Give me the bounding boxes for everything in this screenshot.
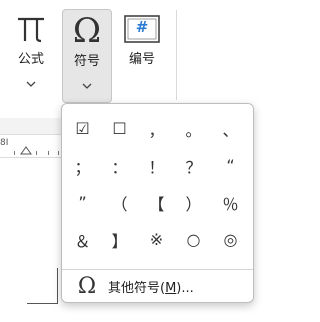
group-separator	[176, 10, 177, 100]
more-symbols-label: 其他符号(M)...	[108, 277, 194, 296]
symbol-cell[interactable]: 。	[175, 110, 212, 147]
ribbon: 公式 Ω 符号 # 编号	[0, 0, 275, 118]
number-box-icon: #	[123, 8, 161, 50]
symbol-cell[interactable]: “	[212, 147, 249, 184]
symbol-cell[interactable]: ☑	[64, 110, 101, 147]
more-symbols-prefix: 其他符号(	[108, 280, 166, 296]
symbol-cell[interactable]: ％	[212, 184, 249, 221]
chevron-down-icon	[82, 74, 92, 93]
menu-separator	[62, 269, 253, 270]
omega-icon: Ω	[73, 10, 101, 52]
formula-label: 公式	[17, 52, 44, 67]
symbol-cell[interactable]: ☐	[101, 110, 138, 147]
number-button[interactable]: # 编号	[116, 8, 168, 102]
chevron-down-icon	[26, 72, 36, 91]
page-corner-mark	[27, 268, 58, 304]
ruler-tick	[58, 151, 59, 155]
symbol-cell[interactable]: ※	[138, 221, 175, 258]
symbol-cell[interactable]: ）	[175, 184, 212, 221]
symbol-cell[interactable]: 【	[138, 184, 175, 221]
symbol-cell[interactable]: ；	[64, 147, 101, 184]
symbol-cell[interactable]: ○	[175, 221, 212, 258]
symbol-cell[interactable]: ，	[138, 110, 175, 147]
symbol-button[interactable]: Ω 符号	[62, 9, 112, 103]
ruler-tick	[36, 151, 37, 155]
symbol-cell[interactable]: ：	[101, 147, 138, 184]
omega-icon: Ω	[77, 273, 97, 299]
more-symbols-suffix: )...	[176, 280, 194, 296]
ruler[interactable]: 8I	[0, 134, 62, 158]
symbol-cell[interactable]: ◎	[212, 221, 249, 258]
ruler-tick	[48, 151, 49, 155]
symbol-cell[interactable]: ”	[64, 184, 101, 221]
pi-icon	[13, 8, 49, 50]
formula-button[interactable]: 公式	[6, 8, 56, 102]
ruler-label: 8I	[0, 138, 9, 148]
symbol-dropdown: ☑ ☐，。、 ；：！？ “ ” （【）％ ＆】 ※ ○ ◎ Ω 其他符号(M)...	[61, 103, 254, 303]
more-symbols-accelerator: M	[165, 280, 177, 296]
symbol-cell[interactable]: ！	[138, 147, 175, 184]
symbol-cell[interactable]: 】	[101, 221, 138, 258]
symbol-cell[interactable]: ？	[175, 147, 212, 184]
symbol-cell[interactable]: 、	[212, 110, 249, 147]
more-symbols-item[interactable]: Ω 其他符号(M)...	[62, 271, 253, 301]
number-label: 编号	[128, 52, 155, 67]
symbol-cell[interactable]: （	[101, 184, 138, 221]
symbol-cell[interactable]: ＆	[64, 221, 101, 258]
symbol-label: 符号	[73, 54, 100, 69]
symbol-grid: ☑ ☐，。、 ；：！？ “ ” （【）％ ＆】 ※ ○ ◎	[64, 110, 249, 258]
number-glyph: #	[135, 18, 149, 36]
omega-glyph: Ω	[72, 11, 102, 51]
ruler-tick	[14, 151, 15, 155]
indent-marker-icon[interactable]	[20, 145, 32, 155]
